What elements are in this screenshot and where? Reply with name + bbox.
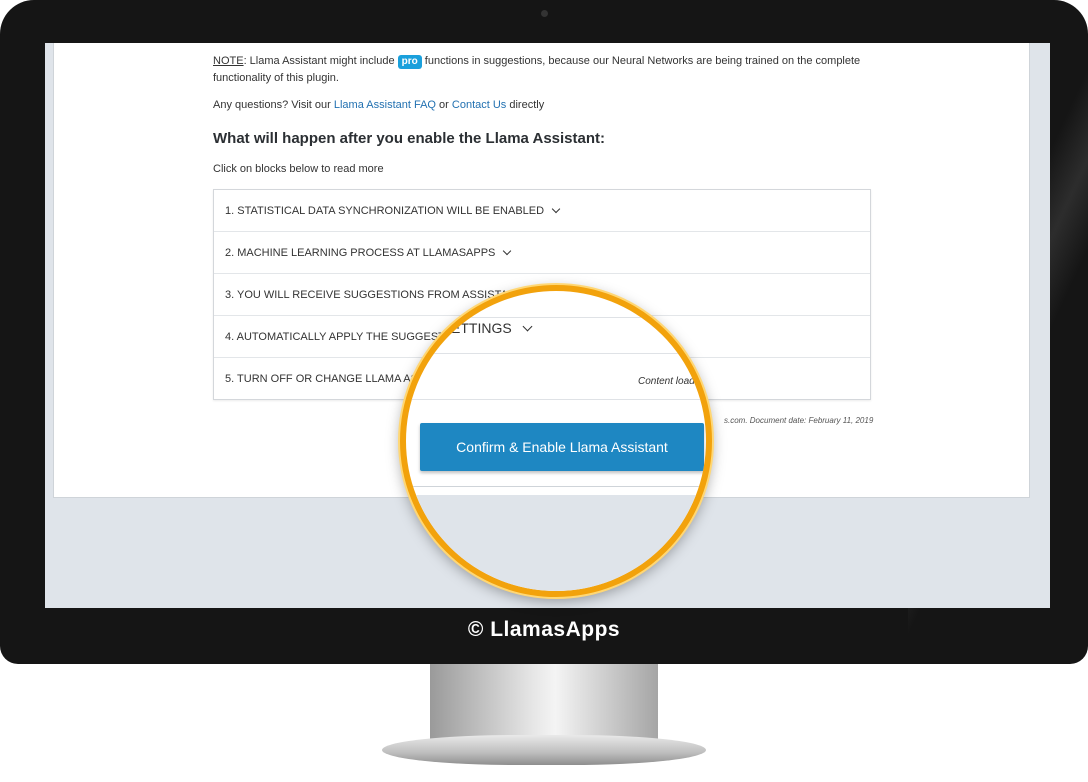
watermark-text: © LlamasApps <box>467 618 621 641</box>
confirm-enable-button[interactable]: Confirm & Enable Llama Assistant <box>420 423 704 471</box>
magnified-divider <box>406 317 706 318</box>
monitor-stand-foot <box>382 735 706 765</box>
magnified-accordion-edge <box>702 291 703 391</box>
pro-badge: pro <box>397 55 422 69</box>
questions-line: Any questions? Visit our Llama Assistant… <box>213 97 873 114</box>
questions-prefix: Any questions? Visit our <box>213 99 334 111</box>
camera-icon <box>541 10 548 17</box>
accordion-item-label: 1. STATISTICAL DATA SYNCHRONIZATION WILL… <box>225 204 545 217</box>
magnified-settings-label: ETTINGS <box>451 320 512 336</box>
questions-suffix: directly <box>506 99 545 111</box>
faq-link[interactable]: Llama Assistant FAQ <box>334 99 436 111</box>
note-paragraph: NOTE: Llama Assistant might include pro … <box>213 53 873 87</box>
chevron-down-icon <box>551 204 561 213</box>
accordion-item-data-sync[interactable]: 1. STATISTICAL DATA SYNCHRONIZATION WILL… <box>214 190 870 232</box>
monitor-stand-neck <box>430 664 658 742</box>
content-loaded-text: Content load <box>638 376 695 387</box>
document-date: s.com. Document date: February 11, 2019 <box>724 416 874 425</box>
section-heading: What will happen after you enable the Ll… <box>213 130 606 147</box>
hint-text: Click on blocks below to read more <box>213 163 384 175</box>
panel-content: NOTE: Llama Assistant might include pro … <box>213 43 873 178</box>
accordion-item-label: 2. MACHINE LEARNING PROCESS AT LLAMASAPP… <box>225 246 496 259</box>
magnifier-callout: ETTINGS Content load Confirm & Enable Ll… <box>400 285 712 597</box>
contact-us-link[interactable]: Contact Us <box>452 99 506 111</box>
chevron-down-icon <box>503 246 512 255</box>
magnified-panel-edge <box>406 486 706 487</box>
note-label: NOTE <box>213 55 244 67</box>
magnified-page-background <box>406 495 706 591</box>
accordion-item-machine-learning[interactable]: 2. MACHINE LEARNING PROCESS AT LLAMASAPP… <box>214 232 870 274</box>
accordion-item-label: 4. AUTOMATICALLY APPLY THE SUGGESTIO <box>225 330 457 343</box>
chevron-down-icon <box>522 321 533 331</box>
accordion-item-label: 3. YOU WILL RECEIVE SUGGESTIONS FROM ASS… <box>225 288 523 301</box>
accordion-item-label: 5. TURN OFF OR CHANGE LLAMA AS <box>225 372 418 385</box>
magnified-accordion-item[interactable]: ETTINGS <box>451 320 533 336</box>
magnified-divider <box>406 353 706 354</box>
questions-middle: or <box>435 99 452 111</box>
magnified-divider <box>406 399 706 400</box>
note-text-before: : Llama Assistant might include <box>243 55 398 67</box>
